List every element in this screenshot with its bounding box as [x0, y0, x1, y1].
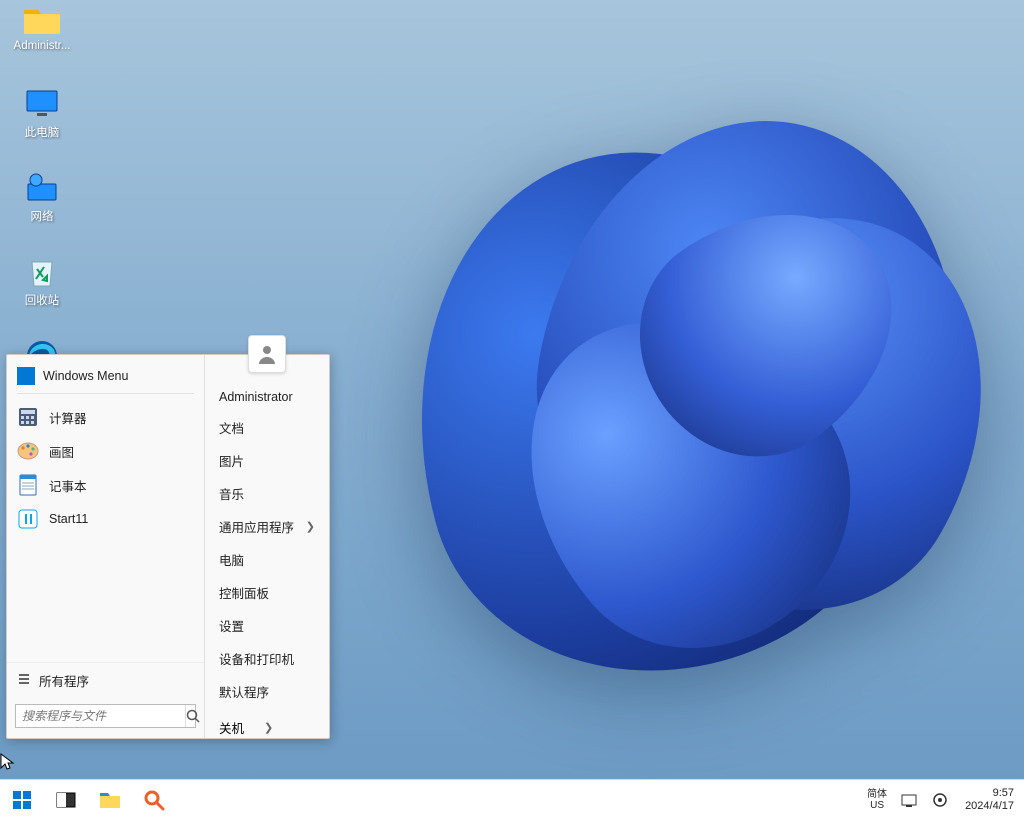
start-menu-title: Windows Menu: [43, 369, 128, 383]
all-programs-button[interactable]: 所有程序: [7, 662, 204, 698]
file-explorer-button[interactable]: [88, 780, 132, 819]
start11-icon: [17, 508, 39, 530]
desktop-icon-administrator[interactable]: Administr...: [8, 2, 76, 80]
taskbar-left: [0, 780, 176, 819]
start-app-label: Start11: [49, 512, 88, 526]
calculator-icon: [17, 406, 39, 428]
start-app-label: 画图: [49, 442, 74, 461]
start-menu-right-pane: Administrator 文档 图片 音乐 通用应用程序 ❯ 电脑 控制面板 …: [205, 355, 329, 738]
chevron-right-icon: ❯: [306, 520, 315, 533]
link-label: 通用应用程序: [219, 517, 294, 536]
user-avatar[interactable]: [248, 335, 286, 373]
search-button[interactable]: [132, 780, 176, 819]
clock-time: 9:57: [993, 787, 1014, 800]
search-icon: [143, 789, 165, 811]
cursor-icon: [0, 753, 16, 773]
search-input[interactable]: [16, 709, 185, 723]
start-app-label: 计算器: [49, 408, 87, 427]
link-devices-printers[interactable]: 设备和打印机: [205, 642, 329, 675]
link-label: 文档: [219, 418, 244, 437]
link-label: 设置: [219, 616, 244, 635]
search-icon[interactable]: [185, 705, 200, 727]
tray-settings-icon[interactable]: [925, 792, 955, 808]
folder-icon: [99, 791, 121, 809]
search-box[interactable]: [15, 704, 196, 728]
palette-icon: [17, 440, 39, 462]
tray-clock[interactable]: 9:57 2024/4/17: [955, 787, 1024, 813]
recycle-bin-icon: [21, 254, 63, 290]
link-computer[interactable]: 电脑: [205, 543, 329, 576]
desktop-icon-this-pc[interactable]: 此电脑: [8, 86, 76, 164]
chevron-right-icon: ❯: [264, 721, 273, 734]
notepad-icon: [17, 474, 39, 496]
link-label: 设备和打印机: [219, 649, 294, 668]
link-label: 默认程序: [219, 682, 269, 701]
clock-date: 2024/4/17: [965, 800, 1014, 813]
windows-tile-icon: [17, 367, 35, 385]
start-app-label: 记事本: [49, 476, 87, 495]
desktop-icon-network[interactable]: 网络: [8, 170, 76, 248]
link-settings[interactable]: 设置: [205, 609, 329, 642]
ime-layout: US: [870, 800, 884, 811]
start-app-start11[interactable]: Start11: [7, 502, 204, 536]
start-app-calculator[interactable]: 计算器: [7, 400, 204, 434]
folder-icon: [21, 2, 63, 38]
start-app-paint[interactable]: 画图: [7, 434, 204, 468]
start-menu-header[interactable]: Windows Menu: [7, 355, 204, 393]
taskbar: 简体 US 9:57 2024/4/17: [0, 779, 1024, 819]
windows-logo-icon: [12, 790, 32, 810]
task-view-button[interactable]: [44, 780, 88, 819]
system-tray: 简体 US 9:57 2024/4/17: [859, 780, 1024, 819]
link-label: 控制面板: [219, 583, 269, 602]
start-menu-left-pane: Windows Menu 计算器 画图: [7, 355, 205, 738]
list-icon: [17, 673, 31, 688]
desktop[interactable]: Administr... 此电脑 网络 回收站 Microsoft...: [0, 0, 1024, 779]
shutdown-label: 关机: [219, 718, 244, 737]
desktop-icon-label: 回收站: [9, 292, 75, 308]
ime-indicator[interactable]: 简体 US: [859, 789, 895, 811]
user-name: Administrator: [219, 390, 293, 404]
shutdown-button[interactable]: 关机 ❯: [205, 708, 329, 751]
start-menu-apps-list: 计算器 画图 记事本: [7, 400, 204, 662]
ime-lang: 简体: [867, 789, 887, 800]
monitor-icon: [21, 86, 63, 122]
desktop-icon-recycle-bin[interactable]: 回收站: [8, 254, 76, 332]
link-label: 音乐: [219, 484, 244, 503]
search-wrap: [7, 698, 204, 738]
start-menu: Windows Menu 计算器 画图: [6, 354, 330, 739]
link-label: 电脑: [219, 550, 244, 569]
desktop-icon-label: Administr...: [9, 40, 75, 52]
link-pictures[interactable]: 图片: [205, 444, 329, 477]
link-universal-apps[interactable]: 通用应用程序 ❯: [205, 510, 329, 543]
link-music[interactable]: 音乐: [205, 477, 329, 510]
user-link[interactable]: Administrator: [205, 383, 329, 411]
start-button[interactable]: [0, 780, 44, 819]
network-icon: [21, 170, 63, 206]
task-view-icon: [56, 792, 76, 808]
desktop-icon-label: 网络: [9, 208, 75, 224]
start-app-notepad[interactable]: 记事本: [7, 468, 204, 502]
tray-network-icon[interactable]: [895, 792, 925, 808]
link-documents[interactable]: 文档: [205, 411, 329, 444]
all-programs-label: 所有程序: [39, 671, 89, 690]
divider: [17, 393, 194, 394]
link-control-panel[interactable]: 控制面板: [205, 576, 329, 609]
link-default-programs[interactable]: 默认程序: [205, 675, 329, 708]
link-label: 图片: [219, 451, 244, 470]
desktop-icon-label: 此电脑: [9, 124, 75, 140]
